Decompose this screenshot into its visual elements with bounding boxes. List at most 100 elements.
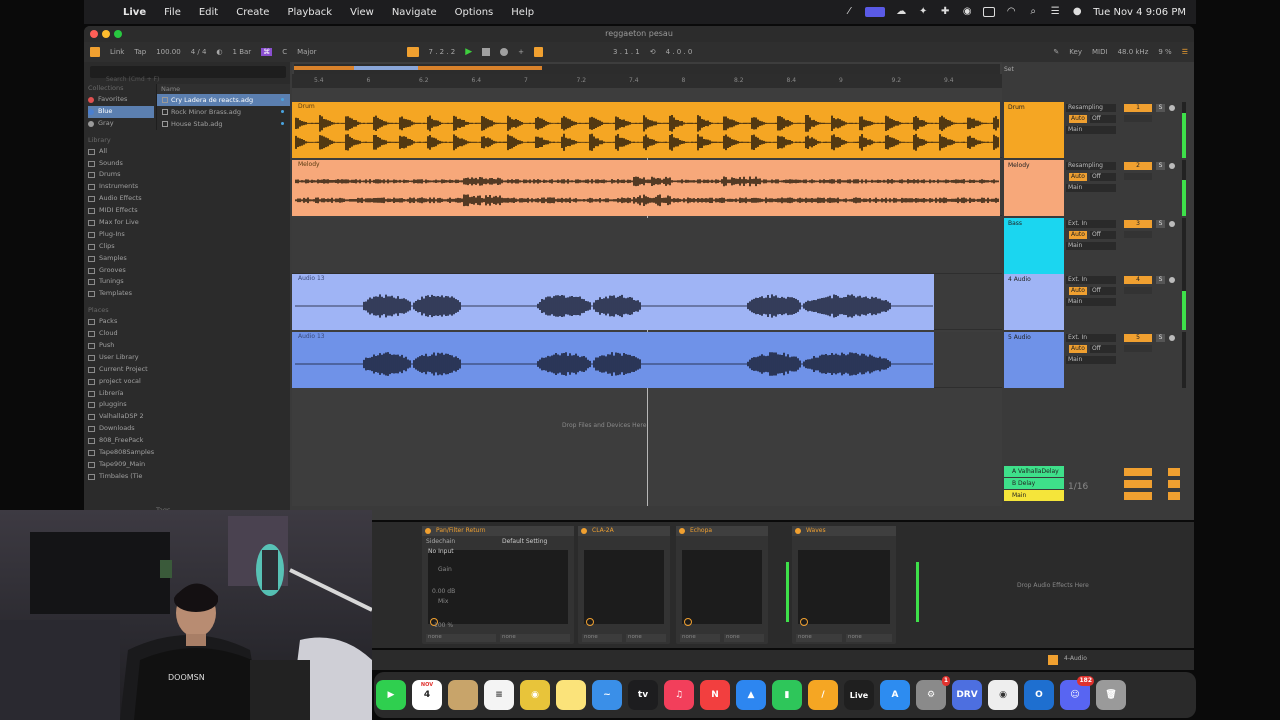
beat-ruler[interactable]: 5.4 6 6.2 6.4 7 7.2 7.4 8 8.2 8.4 9 9.2 9.4 bbox=[292, 74, 1002, 88]
dock-keynote-icon[interactable]: ▲ bbox=[736, 680, 766, 710]
off-monitor-button[interactable]: Off bbox=[1089, 286, 1116, 295]
place-item[interactable]: Timbales (Tie bbox=[88, 471, 154, 483]
return-activator-button[interactable] bbox=[1124, 480, 1152, 488]
track-lane[interactable] bbox=[292, 218, 1002, 274]
menu-navigate[interactable]: Navigate bbox=[383, 7, 446, 18]
dock-facetime-icon[interactable]: ▶ bbox=[376, 680, 406, 710]
dock-notes-icon[interactable] bbox=[556, 680, 586, 710]
place-item[interactable]: Librería bbox=[88, 388, 154, 400]
routing-select[interactable]: none bbox=[724, 634, 764, 642]
screen-record-icon[interactable] bbox=[865, 7, 886, 17]
track-header[interactable]: Drum bbox=[1004, 102, 1064, 158]
arrangement-overview[interactable] bbox=[294, 64, 1000, 74]
place-item[interactable]: Current Project bbox=[88, 364, 154, 376]
arm-button[interactable] bbox=[1169, 221, 1175, 227]
input-type-select[interactable]: Resampling bbox=[1066, 160, 1116, 171]
loop-toggle-icon[interactable]: ⟲ bbox=[650, 48, 656, 56]
monitor-row[interactable]: Auto Off bbox=[1066, 229, 1116, 240]
library-item[interactable]: Sounds bbox=[88, 158, 154, 170]
time-signature[interactable]: 4 / 4 bbox=[191, 48, 207, 56]
loop-start[interactable]: 3 . 1 . 1 bbox=[613, 48, 640, 56]
library-item[interactable]: Plug-Ins bbox=[88, 229, 154, 241]
output-select[interactable]: Main bbox=[1066, 124, 1116, 135]
dock-reminders-icon[interactable]: ≡ bbox=[484, 680, 514, 710]
place-item[interactable]: Push bbox=[88, 340, 154, 352]
library-item[interactable]: Tunings bbox=[88, 276, 154, 288]
place-item[interactable]: ValhallaDSP 2 bbox=[88, 411, 154, 423]
device-panel[interactable]: Waves none none bbox=[792, 526, 896, 644]
dock-system-settings-icon[interactable]: ⚙ 1 bbox=[916, 676, 950, 710]
menu-create[interactable]: Create bbox=[227, 7, 278, 18]
output-select[interactable]: Main bbox=[1066, 296, 1116, 307]
track-lane[interactable]: Melody bbox=[292, 160, 1002, 216]
library-item[interactable]: All bbox=[88, 146, 154, 158]
place-item[interactable]: Tape808Samples bbox=[88, 447, 154, 459]
solo-button[interactable]: S bbox=[1156, 104, 1165, 112]
off-monitor-button[interactable]: Off bbox=[1089, 344, 1116, 353]
arm-button[interactable] bbox=[1169, 163, 1175, 169]
dock-pages-icon[interactable]: / bbox=[808, 680, 838, 710]
minimize-window-icon[interactable] bbox=[102, 30, 110, 38]
follow-button[interactable] bbox=[406, 47, 419, 57]
name-column-header[interactable]: Name bbox=[157, 84, 290, 94]
library-item[interactable]: Audio Effects bbox=[88, 193, 154, 205]
dock-app-store-icon[interactable]: A bbox=[880, 680, 910, 710]
dock-news-icon[interactable]: N bbox=[700, 680, 730, 710]
metronome-icon[interactable]: ◐ bbox=[216, 48, 222, 56]
device-title-bar[interactable]: Echopa bbox=[676, 526, 768, 536]
device-power-icon[interactable] bbox=[581, 528, 587, 534]
off-monitor-button[interactable]: Off bbox=[1089, 230, 1116, 239]
battery-icon[interactable] bbox=[983, 7, 996, 17]
place-item[interactable]: 808_FreePack bbox=[88, 435, 154, 447]
browser-file-item[interactable]: Rock Minor Brass.adg bbox=[157, 106, 290, 118]
return-post-button[interactable] bbox=[1168, 480, 1180, 488]
return-track[interactable]: B Delay bbox=[1004, 478, 1064, 489]
dock-live-icon[interactable]: Live bbox=[844, 680, 874, 710]
dock-drive-icon[interactable]: DRV bbox=[952, 680, 982, 710]
dock-chrome-2-icon[interactable]: ◉ bbox=[988, 680, 1018, 710]
auto-monitor-button[interactable]: Auto bbox=[1069, 286, 1087, 295]
volume-field[interactable] bbox=[1124, 287, 1152, 294]
draw-mode-icon[interactable] bbox=[534, 47, 544, 57]
stop-icon[interactable] bbox=[482, 48, 491, 56]
gain-value[interactable]: 0.00 dB bbox=[432, 588, 455, 595]
menu-file[interactable]: File bbox=[155, 7, 190, 18]
solo-button[interactable]: S bbox=[1156, 220, 1165, 228]
no-input-label[interactable]: No Input bbox=[428, 548, 454, 555]
track-header[interactable]: Melody bbox=[1004, 160, 1064, 216]
library-item[interactable]: Grooves bbox=[88, 265, 154, 277]
track-activator-button[interactable]: 4 bbox=[1124, 276, 1152, 284]
output-select[interactable]: Main bbox=[1066, 240, 1116, 251]
song-position[interactable]: 7 . 2 . 2 bbox=[429, 48, 456, 56]
input-type-select[interactable]: Resampling bbox=[1066, 102, 1116, 113]
auto-monitor-button[interactable]: Auto bbox=[1069, 230, 1087, 239]
zoom-window-icon[interactable] bbox=[114, 30, 122, 38]
monitor-row[interactable]: Auto Off bbox=[1066, 285, 1116, 296]
place-item[interactable]: User Library bbox=[88, 352, 154, 364]
solo-button[interactable]: S bbox=[1156, 162, 1165, 170]
dock-apple-tv-icon[interactable]: tv bbox=[628, 680, 658, 710]
device-title-bar[interactable]: Waves bbox=[792, 526, 896, 536]
auto-monitor-button[interactable]: Auto bbox=[1069, 172, 1087, 181]
slash-icon[interactable]: ⁄ bbox=[843, 7, 855, 17]
routing-select[interactable]: none bbox=[680, 634, 720, 642]
wifi-icon[interactable]: ◠ bbox=[1005, 7, 1017, 17]
volume-field[interactable] bbox=[1124, 231, 1152, 238]
menu-edit[interactable]: Edit bbox=[190, 7, 227, 18]
place-item[interactable]: Cloud bbox=[88, 328, 154, 340]
return-post-button[interactable] bbox=[1168, 492, 1180, 500]
monitor-row[interactable]: Auto Off bbox=[1066, 171, 1116, 182]
search-icon[interactable]: ⌕ bbox=[1027, 7, 1039, 17]
collection-item[interactable]: Gray bbox=[88, 118, 154, 130]
menu-help[interactable]: Help bbox=[502, 7, 543, 18]
record-arm-icon[interactable] bbox=[500, 48, 509, 56]
monitor-row[interactable]: Auto Off bbox=[1066, 343, 1116, 354]
puzzle-icon[interactable]: ✚ bbox=[939, 7, 951, 17]
library-item[interactable]: Max for Live bbox=[88, 217, 154, 229]
loop-length[interactable]: 4 . 0 . 0 bbox=[666, 48, 693, 56]
record-icon[interactable]: ◉ bbox=[961, 7, 973, 17]
track-activator-button[interactable]: 5 bbox=[1124, 334, 1152, 342]
device-title-bar[interactable]: Pan/Filter Return bbox=[422, 526, 574, 536]
device-knob[interactable] bbox=[684, 618, 692, 626]
dock-photos-icon[interactable] bbox=[448, 680, 478, 710]
